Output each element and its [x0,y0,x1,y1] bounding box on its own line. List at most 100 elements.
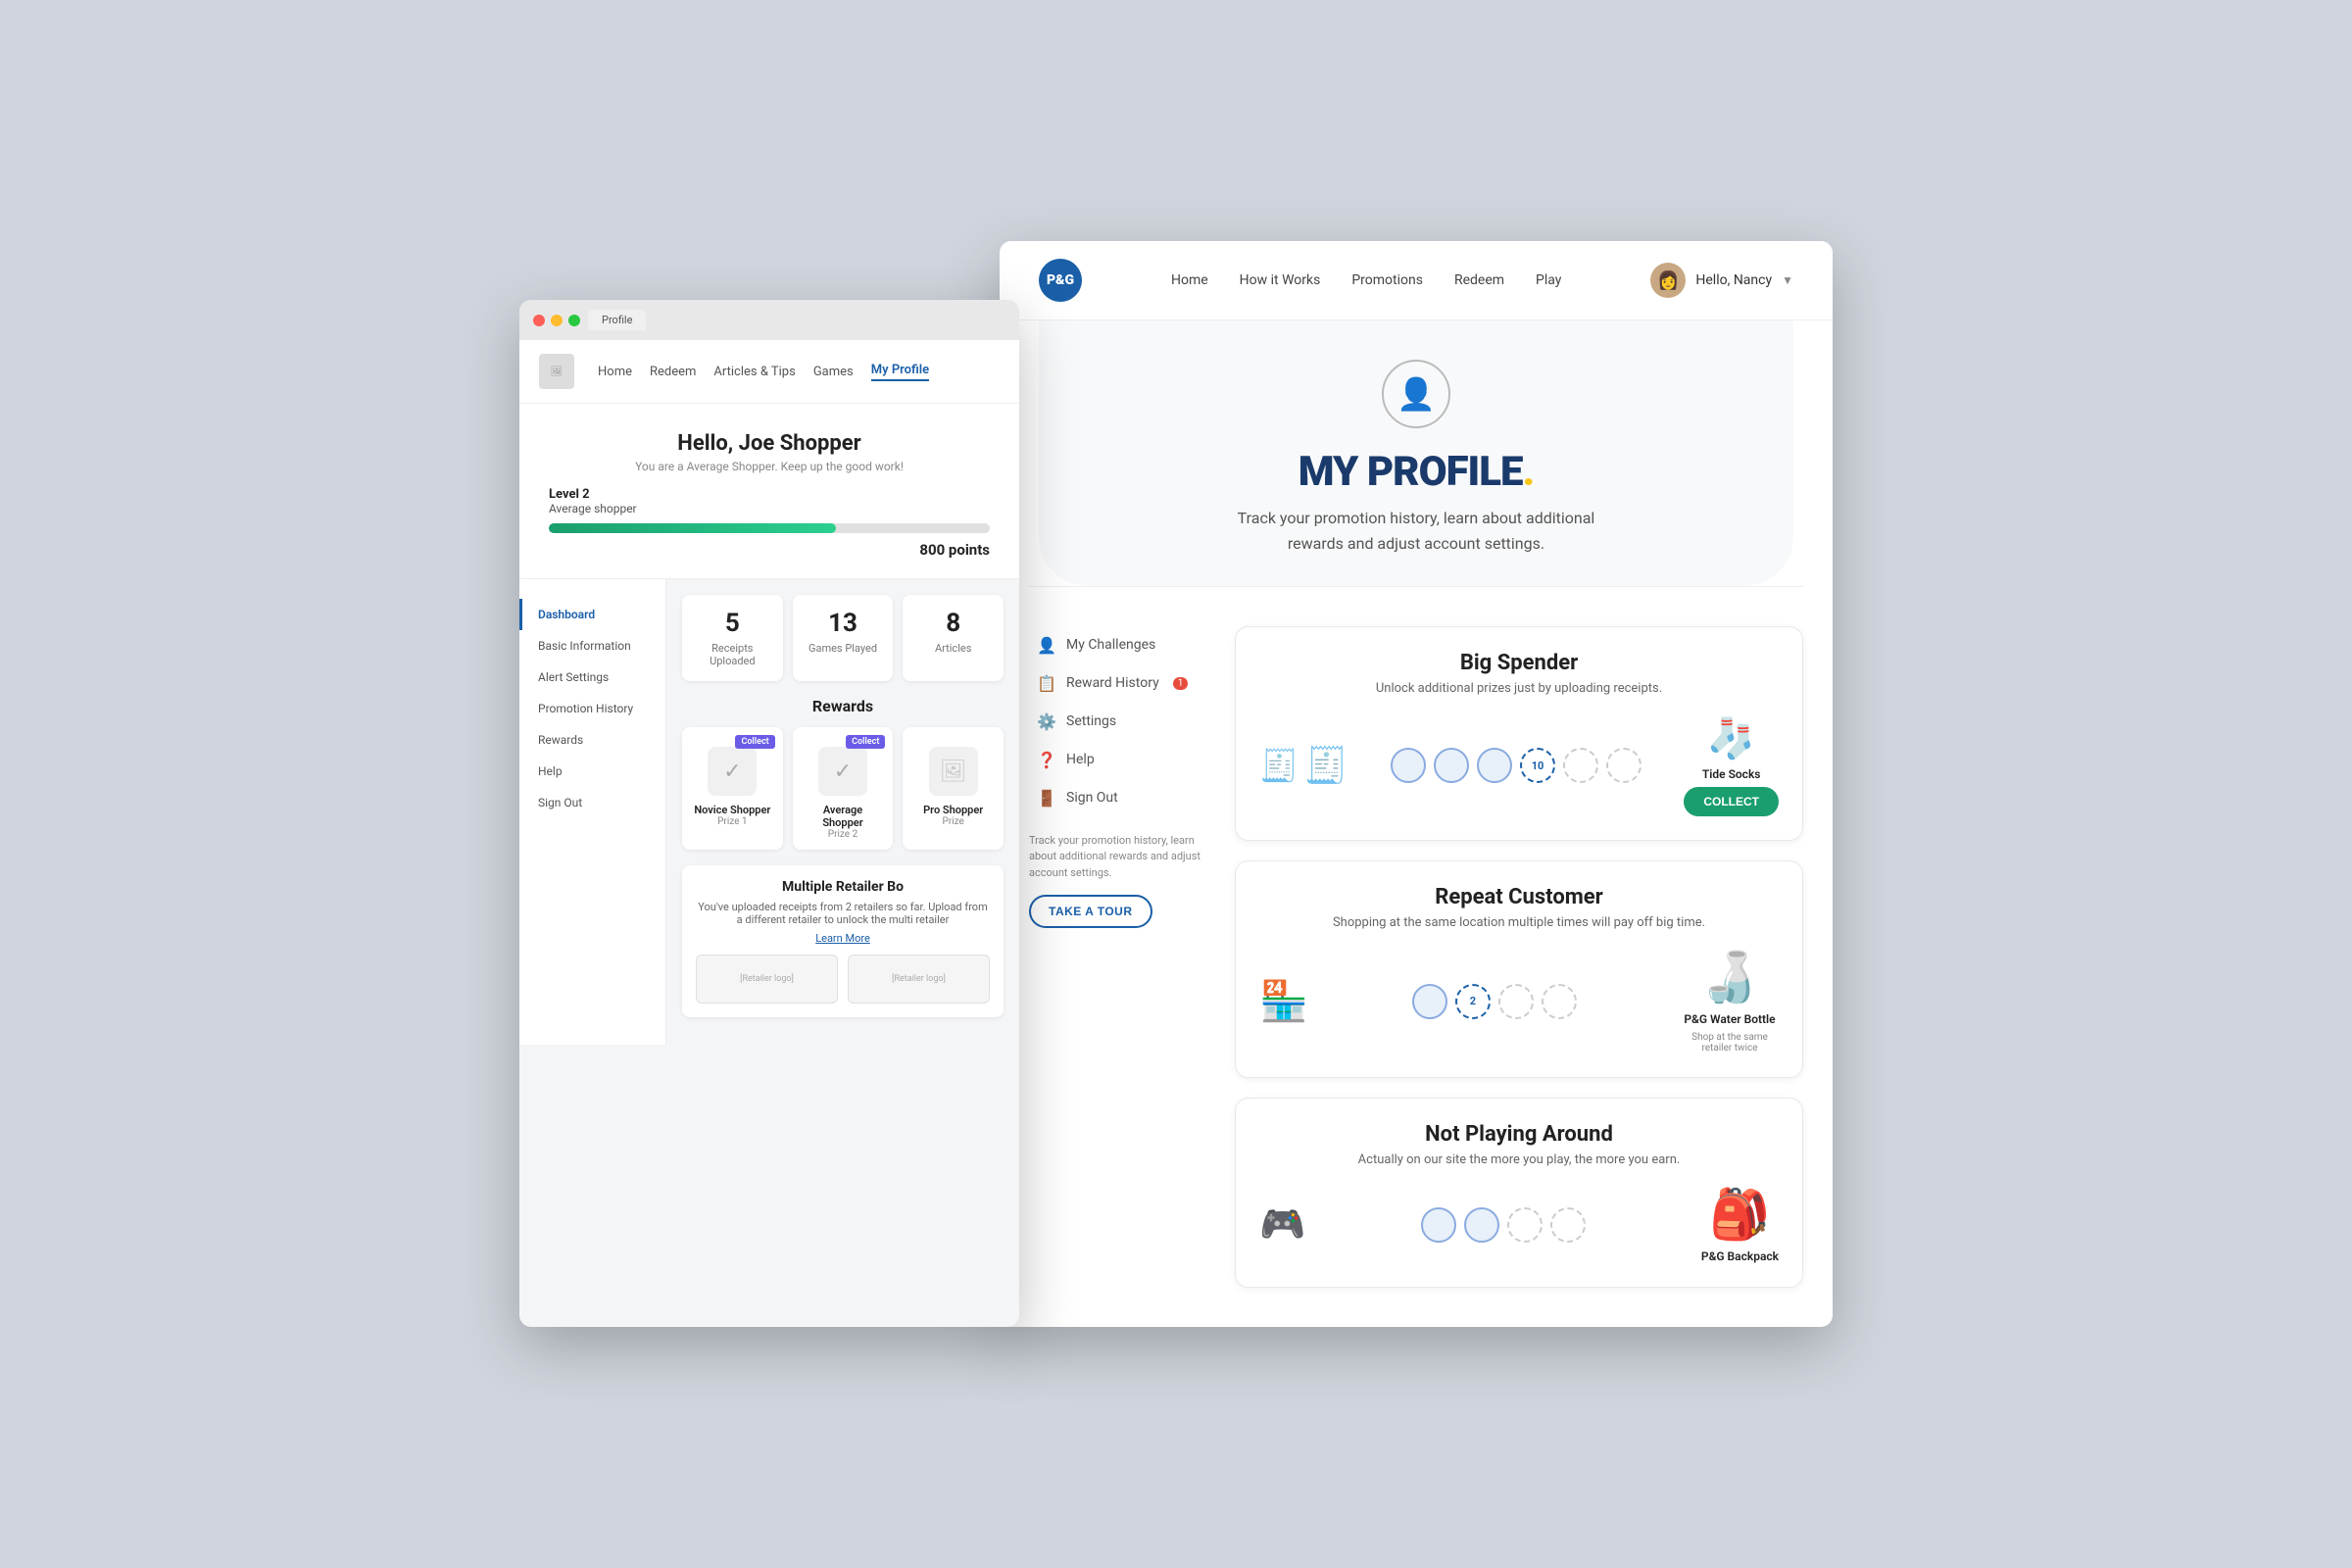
challenges-icon: 👤 [1037,636,1056,655]
games-label: Games Played [807,642,880,655]
learn-more-link[interactable]: Learn More [696,932,990,945]
reward-average: Collect ✓ Average Shopper Prize 2 [793,727,894,850]
profile-hero: Hello, Joe Shopper You are a Average Sho… [519,404,1019,579]
help-label: Help [1066,752,1095,767]
reward-pro: 🖼 Pro Shopper Prize [903,727,1004,850]
novice-sub: Prize 1 [692,816,773,827]
repeat-circle-4 [1542,984,1577,1019]
circle-4 [1563,748,1598,783]
challenges-area: Big Spender Unlock additional prizes jus… [1235,626,1803,1307]
browser-content: 🖼 Home Redeem Articles & Tips Games My P… [519,340,1019,1045]
close-dot[interactable] [533,315,545,326]
expand-dot[interactable] [568,315,580,326]
main-nav-play[interactable]: Play [1536,272,1561,288]
sidebar-sign-out[interactable]: Sign Out [519,787,665,818]
hero-subtitle: You are a Average Shopper. Keep up the g… [539,460,1000,473]
chevron-down-icon: ▼ [1782,273,1793,287]
game-circle-4 [1550,1207,1586,1243]
average-collect-badge[interactable]: Collect [846,735,885,749]
sidebar-dashboard[interactable]: Dashboard [519,599,665,630]
points-display: 800 points [549,541,990,559]
backpack-icon: 🎒 [1709,1187,1770,1244]
main-nav-promotions[interactable]: Promotions [1351,272,1423,288]
main-profile-title: MY PROFILE. [1098,448,1735,496]
browser-tab[interactable]: Profile [588,310,646,330]
retailer-title: Multiple Retailer Bo [696,879,990,895]
receipt-icon-1: 🧾 [1259,747,1298,784]
pro-name: Pro Shopper [912,804,994,816]
repeat-customer-title: Repeat Customer [1259,885,1779,909]
articles-number: 8 [916,609,990,638]
sidebar-settings[interactable]: ⚙️ Settings [1029,703,1205,741]
circle-2 [1434,748,1469,783]
app-body: Dashboard Basic Information Alert Settin… [519,579,1019,1045]
sidebar-help[interactable]: ❓ Help [1029,741,1205,779]
pg-logo: P&G [1039,259,1082,302]
games-number: 13 [807,609,880,638]
sidebar-basic-info[interactable]: Basic Information [519,630,665,662]
sidebar-help[interactable]: Help [519,756,665,787]
store-icons: 🏪 [1259,978,1308,1024]
water-bottle-sublabel: Shop at the same retailer twice [1681,1032,1779,1054]
sidebar-alert-settings[interactable]: Alert Settings [519,662,665,693]
level-sublabel: Average shopper [549,502,990,515]
main-nav: P&G Home How it Works Promotions Redeem … [1000,241,1833,320]
sign-out-label: Sign Out [1066,790,1118,806]
minimize-dot[interactable] [551,315,563,326]
sidebar-promotion-history[interactable]: Promotion History [519,693,665,724]
repeat-customer-desc: Shopping at the same location multiple t… [1259,915,1779,930]
circle-1 [1391,748,1426,783]
app-sidebar: Dashboard Basic Information Alert Settin… [519,579,666,1045]
retailer-logo-2: [Retailer logo] [848,955,990,1004]
sidebar-my-challenges[interactable]: 👤 My Challenges [1029,626,1205,664]
sign-out-icon: 🚪 [1037,789,1056,808]
sidebar-rewards[interactable]: Rewards [519,724,665,756]
nav-articles[interactable]: Articles & Tips [713,365,795,379]
retailer-logos: [Retailer logo] [Retailer logo] [696,955,990,1004]
nav-my-profile[interactable]: My Profile [871,363,929,381]
main-sidebar: 👤 My Challenges 📋 Reward History 1 ⚙️ Se… [1029,626,1205,1307]
store-icon: 🏪 [1259,978,1308,1024]
retailer-section: Multiple Retailer Bo You've uploaded rec… [682,865,1004,1017]
main-nav-how-it-works[interactable]: How it Works [1240,272,1321,288]
settings-label: Settings [1066,713,1116,729]
nav-home[interactable]: Home [598,365,632,379]
sidebar-reward-history[interactable]: 📋 Reward History 1 [1029,664,1205,703]
main-nav-redeem[interactable]: Redeem [1454,272,1504,288]
big-spender-prize: 🧦 Tide Socks COLLECT [1684,715,1779,816]
greeting-text: Hello, Joe Shopper [539,431,1000,456]
big-spender-circles: 10 [1358,748,1675,783]
stat-games: 13 Games Played [793,595,894,681]
take-tour-button[interactable]: TAKE A TOUR [1029,895,1152,928]
average-sub: Prize 2 [803,829,884,840]
main-nav-home[interactable]: Home [1171,272,1208,288]
main-profile-subtitle: Track your promotion history, learn abou… [1098,506,1735,556]
reward-history-badge: 1 [1173,677,1189,690]
main-profile-hero: 👤 MY PROFILE. Track your promotion histo… [1039,320,1793,585]
water-bottle-icon: 🍶 [1699,950,1760,1006]
repeat-customer-card: Repeat Customer Shopping at the same loc… [1235,860,1803,1078]
app-nav: 🖼 Home Redeem Articles & Tips Games My P… [519,340,1019,404]
collect-button[interactable]: COLLECT [1684,787,1779,816]
receipts-label: Receipts Uploaded [696,642,769,667]
big-spender-title: Big Spender [1259,651,1779,675]
nav-games[interactable]: Games [813,365,854,379]
rewards-row: Collect ✓ Novice Shopper Prize 1 Collect… [682,727,1004,850]
socks-icon: 🧦 [1707,715,1756,761]
gamepad-icon: 🎮 [1259,1203,1305,1247]
circle-target: 10 [1520,748,1555,783]
reward-novice: Collect ✓ Novice Shopper Prize 1 [682,727,783,850]
stats-row: 5 Receipts Uploaded 13 Games Played 8 Ar… [682,595,1004,681]
novice-collect-badge[interactable]: Collect [735,735,774,749]
not-playing-title: Not Playing Around [1259,1122,1779,1147]
nav-redeem[interactable]: Redeem [650,365,696,379]
rewards-title: Rewards [682,697,1004,715]
sidebar-sign-out[interactable]: 🚪 Sign Out [1029,779,1205,817]
game-icons: 🎮 [1259,1203,1305,1247]
articles-label: Articles [916,642,990,655]
receipt-icons: 🧾 🧾 [1259,745,1348,786]
reward-history-label: Reward History [1066,675,1159,691]
game-circles [1315,1207,1691,1243]
backpack-label: P&G Backpack [1701,1250,1779,1263]
reward-history-icon: 📋 [1037,674,1056,693]
